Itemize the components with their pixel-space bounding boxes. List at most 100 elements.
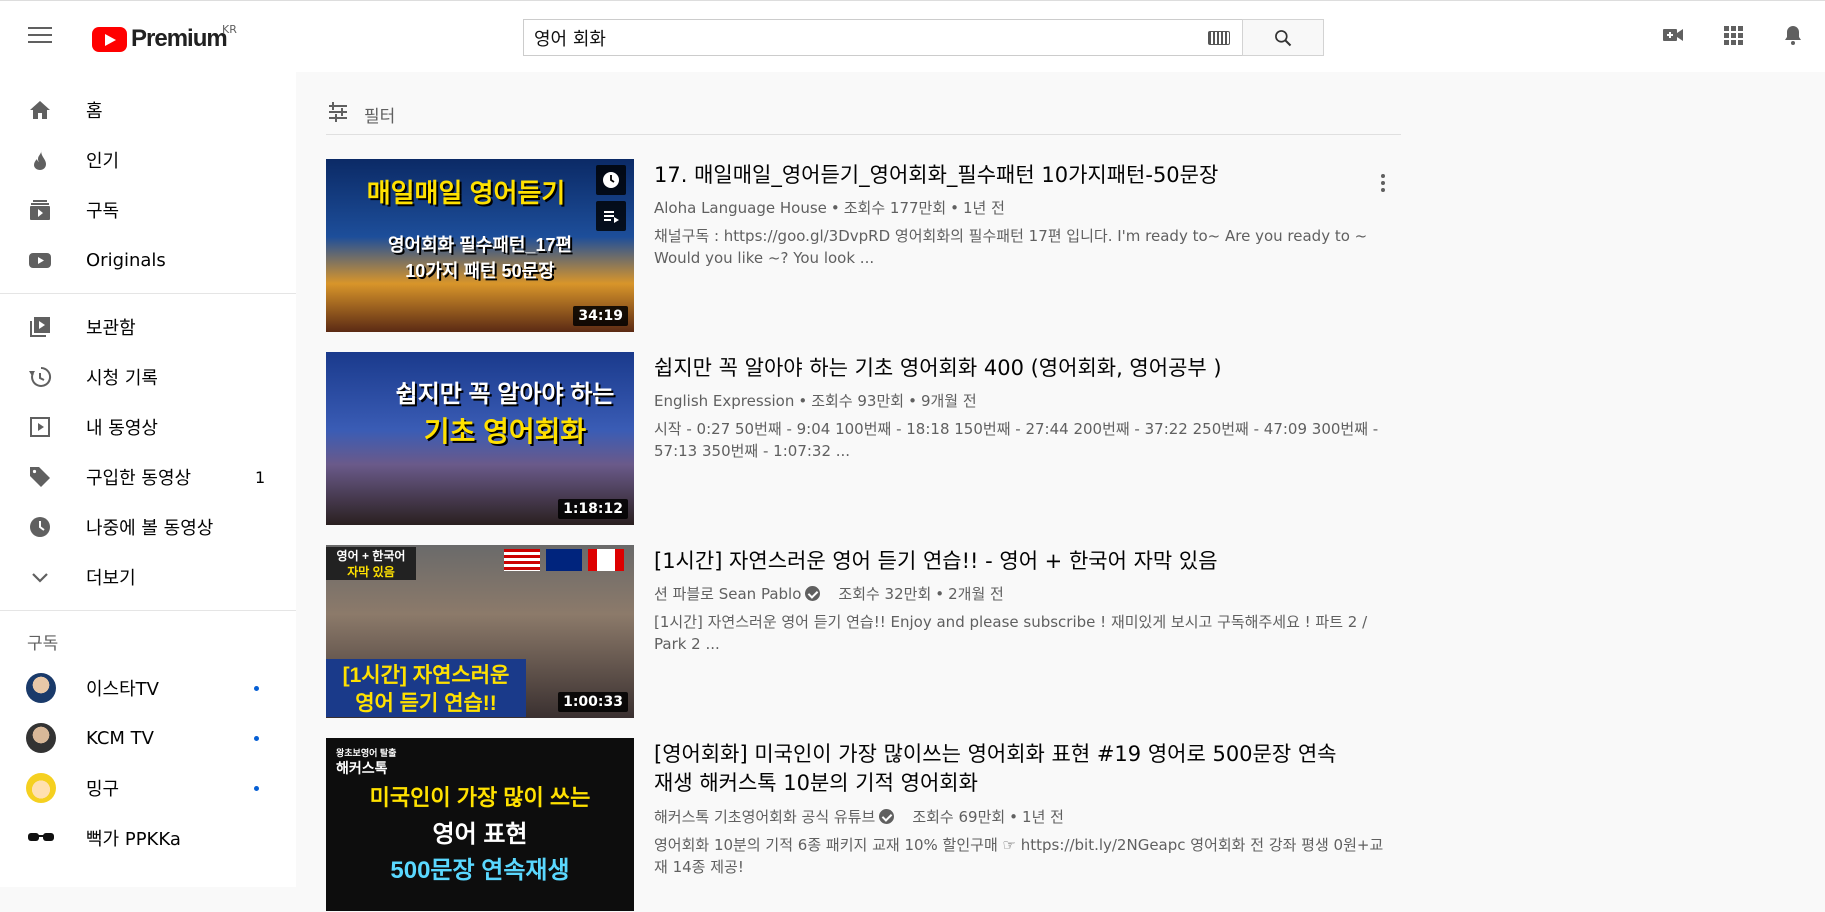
video-description: 영어회화 10분의 기적 6종 패키지 교재 10% 할인구매 ☞ https:… — [654, 836, 1384, 876]
video-duration: 1:18:12 — [558, 499, 628, 519]
sidebar: 홈 인기 구독 Originals 보관함 시청 기록 내 동영상 구입한 동영… — [0, 72, 296, 887]
subscription-item[interactable]: 뻑가 PPKKa — [0, 813, 296, 863]
subscription-name: 밍구 — [86, 779, 120, 800]
channel-name[interactable]: 션 파블로 Sean Pablo — [654, 583, 801, 604]
video-description: 시작 - 0:27 50번째 - 9:04 100번째 - 18:18 150번… — [654, 420, 1379, 460]
keyboard-icon[interactable] — [1208, 30, 1230, 45]
video-description: [1시간] 자연스러운 영어 듣기 연습!! Enjoy and please … — [654, 613, 1368, 653]
sidebar-item-label: 나중에 볼 동영상 — [86, 518, 214, 539]
subscriptions-icon — [30, 200, 50, 220]
sidebar-item-trending[interactable]: 인기 — [0, 135, 296, 185]
avatar — [26, 773, 56, 803]
channel-name[interactable]: English Expression — [654, 392, 794, 410]
divider — [0, 293, 296, 294]
upload-age: 1년 전 — [1022, 808, 1064, 826]
video-metadata: English Expression • 조회수 93만회 • 9개월 전 — [654, 390, 977, 411]
sidebar-item-your-videos[interactable]: 내 동영상 — [0, 402, 296, 452]
sidebar-item-purchases[interactable]: 구입한 동영상 1 — [0, 452, 296, 502]
top-bar: Premium KR 영어 회화 — [0, 0, 1825, 72]
notifications-bell-icon[interactable] — [1781, 23, 1805, 47]
subscription-name: 이스타TV — [86, 679, 159, 700]
sidebar-item-originals[interactable]: Originals — [0, 235, 296, 285]
thumbnail-subtitle: 10가지 패턴 50문장 — [405, 261, 555, 281]
upload-age: 2개월 전 — [948, 585, 1004, 603]
sidebar-item-subscriptions[interactable]: 구독 — [0, 185, 296, 235]
video-metadata: 션 파블로 Sean Pablo 조회수 32만회 • 2개월 전 — [654, 583, 1004, 604]
view-count: 조회수 93만회 — [811, 392, 905, 410]
video-description: 채널구독 : https://goo.gl/3DvpRD 영어회화의 필수패턴 … — [654, 227, 1368, 267]
clock-icon — [603, 172, 619, 188]
video-title[interactable]: [영어회화] 미국인이 가장 많이쓰는 영어회화 표현 #19 영어로 500문… — [654, 740, 1344, 798]
sidebar-item-watch-later[interactable]: 나중에 볼 동영상 — [0, 502, 296, 552]
create-video-icon[interactable] — [1661, 23, 1685, 47]
subscription-item[interactable]: 이스타TV — [0, 663, 296, 713]
region-label: KR — [222, 23, 237, 36]
video-thumbnail[interactable]: 매일매일 영어듣기 영어회화 필수패턴_17편 10가지 패턴 50문장 34:… — [326, 159, 634, 332]
subscription-item[interactable]: KCM TV — [0, 713, 296, 763]
thumbnail-headline: [1시간] 자연스러운 — [326, 659, 526, 689]
meta-separator: • — [1009, 807, 1019, 826]
sidebar-item-label: 내 동영상 — [86, 418, 158, 439]
sidebar-item-label: 홈 — [86, 101, 103, 122]
purchases-tag-icon — [30, 467, 50, 487]
sidebar-item-library[interactable]: 보관함 — [0, 302, 296, 352]
video-metadata: Aloha Language House • 조회수 177만회 • 1년 전 — [654, 197, 1005, 218]
meta-separator: • — [830, 198, 840, 217]
youtube-premium-logo[interactable]: Premium — [92, 25, 228, 53]
new-content-dot — [254, 735, 259, 741]
video-result[interactable]: 영어 + 한국어 자막 있음 [1시간] 자연스러운 영어 듣기 연습!! 1:… — [326, 545, 1436, 719]
thumbnail-caption: 자막 있음 — [326, 563, 416, 580]
sidebar-item-label: 인기 — [86, 151, 120, 172]
video-duration: 1:00:33 — [558, 692, 628, 712]
video-title[interactable]: [1시간] 자연스러운 영어 듣기 연습!! - 영어 + 한국어 자막 있음 — [654, 547, 1354, 576]
sidebar-item-history[interactable]: 시청 기록 — [0, 352, 296, 402]
home-icon — [30, 101, 50, 119]
menu-icon[interactable] — [28, 27, 52, 45]
youtube-play-icon — [92, 26, 127, 52]
subscription-name: KCM TV — [86, 727, 154, 749]
search-icon — [1275, 29, 1292, 46]
video-result[interactable]: 왕초보영어 탈출 해커스톡 미국인이 가장 많이 쓰는 영어 표현 500문장 … — [326, 738, 1436, 912]
video-metadata: 해커스톡 기초영어회화 공식 유튜브 조회수 69만회 • 1년 전 — [654, 806, 1064, 827]
history-icon — [29, 366, 52, 387]
view-count: 조회수 69만회 — [912, 808, 1006, 826]
sidebar-item-label: 보관함 — [86, 318, 136, 339]
view-count: 조회수 32만회 — [838, 585, 932, 603]
video-result[interactable]: 쉽지만 꼭 알아야 하는 기초 영어회화 1:18:12 쉽지만 꼭 알아야 하… — [326, 352, 1436, 526]
video-duration: 34:19 — [573, 306, 628, 326]
originals-icon — [29, 253, 51, 268]
more-vert-icon[interactable] — [1371, 171, 1395, 195]
filter-sliders-icon — [329, 102, 347, 122]
divider — [0, 610, 296, 611]
sidebar-item-home[interactable]: 홈 — [0, 85, 296, 135]
search-query[interactable]: 영어 회화 — [524, 25, 1208, 51]
new-content-dot — [254, 685, 259, 691]
sidebar-item-label: 더보기 — [86, 568, 136, 589]
search-input[interactable]: 영어 회화 — [523, 19, 1243, 56]
channel-name[interactable]: Aloha Language House — [654, 199, 827, 217]
queue-icon — [604, 211, 619, 223]
channel-name[interactable]: 해커스톡 기초영어회화 공식 유튜브 — [654, 806, 875, 827]
subscription-item[interactable]: 밍구 — [0, 763, 296, 813]
thumbnail-caption: 영어 + 한국어 — [326, 547, 416, 564]
video-title[interactable]: 쉽지만 꼭 알아야 하는 기초 영어회화 400 (영어회화, 영어공부 ) — [654, 354, 1354, 383]
video-thumbnail[interactable]: 왕초보영어 탈출 해커스톡 미국인이 가장 많이 쓰는 영어 표현 500문장 … — [326, 738, 634, 911]
add-to-queue-button[interactable] — [596, 201, 626, 231]
apps-grid-icon[interactable] — [1721, 23, 1745, 47]
video-thumbnail[interactable]: 영어 + 한국어 자막 있음 [1시간] 자연스러운 영어 듣기 연습!! 1:… — [326, 545, 634, 718]
search-button[interactable] — [1242, 19, 1324, 56]
thumbnail-brand: 해커스톡 — [336, 760, 388, 776]
filter-button[interactable]: 필터 — [326, 102, 1401, 135]
thumbnail-headline: 영어 표현 — [432, 821, 528, 848]
thumbnail-headline: 500문장 연속재생 — [390, 857, 570, 884]
chevron-down-icon — [32, 573, 48, 583]
watch-later-button[interactable] — [596, 165, 626, 195]
verified-badge-icon — [805, 586, 821, 601]
sidebar-item-show-more[interactable]: 더보기 — [0, 552, 296, 602]
video-result[interactable]: 매일매일 영어듣기 영어회화 필수패턴_17편 10가지 패턴 50문장 34:… — [326, 159, 1436, 333]
video-title[interactable]: 17. 매일매일_영어듣기_영어회화_필수패턴 10가지패턴-50문장 — [654, 161, 1354, 190]
sidebar-item-label: 시청 기록 — [86, 368, 158, 389]
video-thumbnail[interactable]: 쉽지만 꼭 알아야 하는 기초 영어회화 1:18:12 — [326, 352, 634, 525]
purchases-count: 1 — [255, 467, 266, 487]
your-videos-icon — [30, 417, 50, 437]
